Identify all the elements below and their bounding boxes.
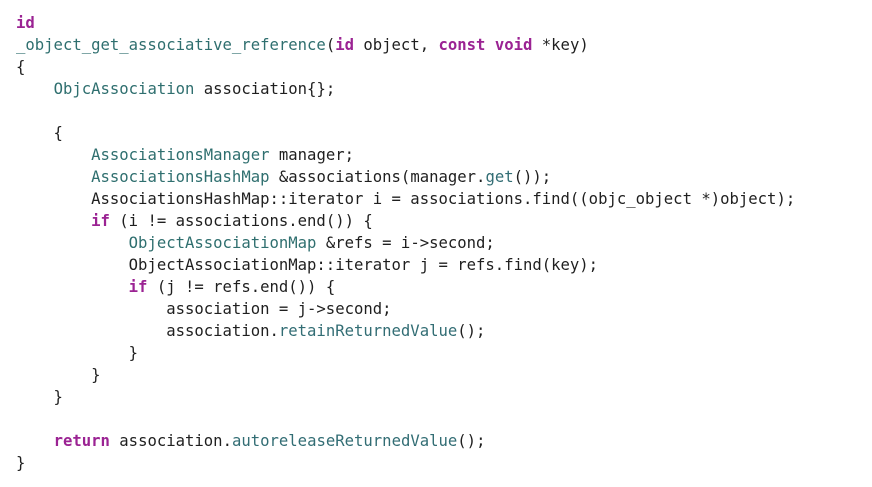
code-line: ObjectAssociationMap::iterator j = refs.… xyxy=(16,254,866,276)
keyword-token: void xyxy=(494,36,533,54)
code-text: } xyxy=(16,388,63,406)
code-line: AssociationsHashMap &associations(manage… xyxy=(16,166,866,188)
type-token: AssociationsManager xyxy=(91,146,270,164)
code-line: AssociationsHashMap::iterator i = associ… xyxy=(16,188,866,210)
code-text: { xyxy=(16,58,26,76)
code-line: ObjcAssociation association{}; xyxy=(16,78,866,100)
code-text: association = j->second; xyxy=(16,300,392,318)
code-line: } xyxy=(16,452,866,474)
type-token: _object_get_associative_reference xyxy=(16,36,326,54)
code-line: if (i != associations.end()) { xyxy=(16,210,866,232)
code-text: *key) xyxy=(532,36,589,54)
code-text: ()); xyxy=(513,168,552,186)
code-text: AssociationsHashMap::iterator i = associ… xyxy=(16,190,796,208)
code-text: } xyxy=(16,366,101,384)
code-line: { xyxy=(16,56,866,78)
code-line: } xyxy=(16,364,866,386)
code-line: AssociationsManager manager; xyxy=(16,144,866,166)
keyword-token: if xyxy=(91,212,110,230)
code-line: _object_get_associative_reference(id obj… xyxy=(16,34,866,56)
code-line: if (j != refs.end()) { xyxy=(16,276,866,298)
code-line: } xyxy=(16,342,866,364)
code-text: ObjectAssociationMap::iterator j = refs.… xyxy=(16,256,599,274)
keyword-token: const xyxy=(438,36,486,54)
code-text: association. xyxy=(16,322,279,340)
keyword-token: if xyxy=(128,278,148,296)
keyword-token: id xyxy=(16,14,35,32)
code-line: ObjectAssociationMap &refs = i->second; xyxy=(16,232,866,254)
code-text: (j != refs.end()) { xyxy=(147,278,336,296)
code-text: object, xyxy=(353,36,439,54)
keyword-token: id xyxy=(335,36,354,54)
type-token: ObjectAssociationMap xyxy=(128,234,317,252)
code-line: { xyxy=(16,122,866,144)
type-token: AssociationsHashMap xyxy=(91,168,270,186)
function-token: retainReturnedValue xyxy=(278,322,458,340)
code-editor[interactable]: id _object_get_associative_reference(id o… xyxy=(16,12,866,474)
code-text: } xyxy=(16,344,139,362)
type-token: ObjcAssociation xyxy=(53,80,195,98)
code-line: } xyxy=(16,386,866,408)
code-line: association.retainReturnedValue(); xyxy=(16,320,866,342)
code-text: &refs = i->second; xyxy=(316,234,495,252)
function-token: get xyxy=(485,168,514,186)
code-text: (); xyxy=(457,432,486,450)
code-line: id xyxy=(16,12,866,34)
code-text: (i != associations.end()) { xyxy=(109,212,373,230)
function-token: autoreleaseReturnedValue xyxy=(231,432,458,450)
code-text: association{}; xyxy=(194,80,336,98)
code-text: { xyxy=(16,124,63,142)
code-line: association = j->second; xyxy=(16,298,866,320)
code-text: &associations(manager. xyxy=(269,168,486,186)
code-line: return association.autoreleaseReturnedVa… xyxy=(16,430,866,452)
code-text: association. xyxy=(109,432,232,450)
keyword-token: return xyxy=(53,432,110,450)
code-text: manager; xyxy=(269,146,354,164)
code-text: (); xyxy=(457,322,486,340)
code-text: ( xyxy=(325,36,336,54)
code-text: } xyxy=(16,454,26,472)
